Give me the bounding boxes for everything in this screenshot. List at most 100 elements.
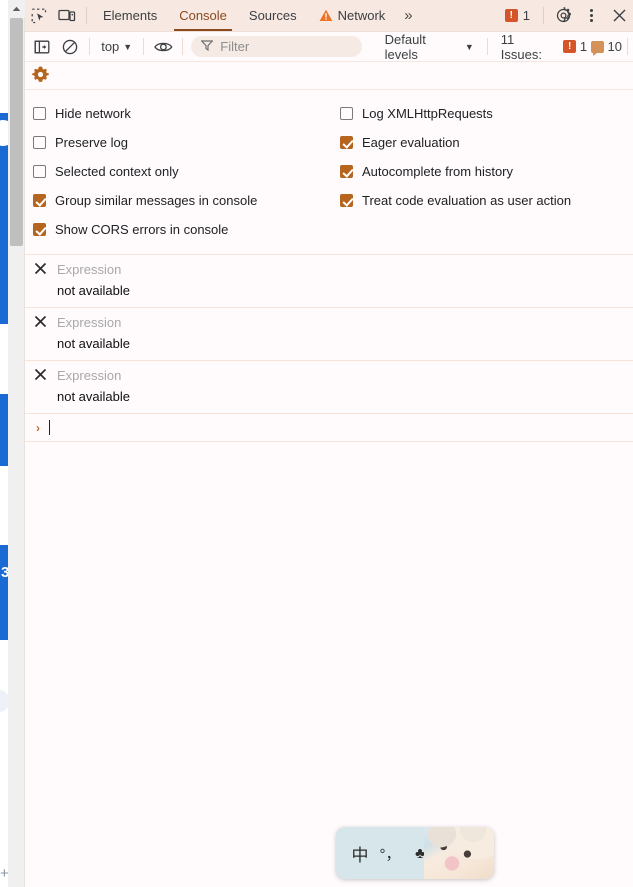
tab-elements[interactable]: Elements (92, 0, 168, 31)
checkbox-eager-evaluation[interactable] (340, 136, 353, 149)
setting-label: Treat code evaluation as user action (362, 193, 572, 208)
scroll-up-arrow-icon[interactable] (8, 0, 25, 17)
live-expression-row[interactable]: Expression not available (25, 361, 633, 414)
page-scrollbar-thumb[interactable] (10, 18, 23, 246)
setting-label: Preserve log (55, 135, 128, 150)
console-filter-toolbar: top ▼ Filter Default levels ▼ 11 Issues:… (25, 32, 633, 62)
checkbox-group-similar-messages[interactable] (33, 194, 46, 207)
tab-elements-label: Elements (103, 8, 158, 23)
console-settings-gear-icon[interactable] (32, 66, 49, 86)
issues-summary[interactable]: 11 Issues: ! 1 10 (493, 32, 622, 62)
issues-indicator-top[interactable]: ! 1 (497, 0, 538, 31)
setting-label: Group similar messages in console (55, 193, 258, 208)
error-badge-icon: ! (563, 40, 576, 53)
ime-floating-toolbar[interactable]: 中 °， ♣ (336, 827, 494, 879)
devtools-panel: Elements Console Sources Network » ! 1 t… (25, 0, 633, 887)
warning-triangle-icon (319, 9, 333, 22)
tab-console-label: Console (179, 8, 227, 23)
console-empty-area (25, 442, 633, 887)
setting-preserve-log[interactable]: Preserve log (33, 128, 335, 157)
live-expression-header: Expression (25, 315, 633, 330)
more-tabs-glyph: » (404, 7, 412, 24)
live-expression-row[interactable]: Expression not available (25, 308, 633, 361)
ime-punctuation-button[interactable]: °， (375, 843, 405, 864)
cat-photo-avatar[interactable] (424, 827, 494, 879)
execution-context-value: top (101, 39, 120, 54)
close-icon[interactable] (34, 262, 47, 277)
kebab-menu-icon[interactable] (577, 0, 605, 31)
console-sidebar-icon[interactable] (28, 32, 56, 62)
settings-right-column: Log XMLHttpRequests Eager evaluation Aut… (335, 99, 633, 244)
close-icon[interactable] (34, 368, 47, 383)
live-expression-placeholder: Expression (57, 262, 122, 277)
issues-info-count: 10 (607, 39, 623, 54)
tab-network[interactable]: Network (308, 0, 397, 31)
text-cursor (49, 420, 50, 435)
inspect-element-icon[interactable] (25, 0, 53, 31)
clear-console-icon[interactable] (56, 32, 84, 62)
filter-placeholder: Filter (220, 39, 250, 54)
setting-autocomplete-from-history[interactable]: Autocomplete from history (340, 157, 633, 186)
checkbox-preserve-log[interactable] (33, 136, 46, 149)
setting-label: Autocomplete from history (362, 164, 514, 179)
toolbar-divider (182, 38, 184, 55)
live-expression-value: not available (57, 336, 130, 351)
setting-log-xmlhttprequests[interactable]: Log XMLHttpRequests (340, 99, 633, 128)
live-expression-header: Expression (25, 262, 633, 277)
settings-gear-icon[interactable] (549, 0, 577, 31)
chevron-up-icon (12, 6, 21, 11)
issues-error-count: 1 (579, 39, 588, 54)
tabbar-divider (86, 7, 87, 24)
live-expression-eye-icon[interactable] (149, 32, 177, 62)
setting-label: Eager evaluation (362, 135, 460, 150)
filter-input[interactable]: Filter (191, 36, 362, 57)
info-badge-icon (591, 40, 604, 56)
checkbox-hide-network[interactable] (33, 107, 46, 120)
checkbox-autocomplete-from-history[interactable] (340, 165, 353, 178)
ime-language-mode-button[interactable]: 中 (345, 841, 375, 866)
live-expression-header: Expression (25, 368, 633, 383)
tabbar-spacer (420, 0, 497, 31)
toolbar-divider (143, 38, 145, 55)
setting-group-similar-messages[interactable]: Group similar messages in console (33, 186, 335, 215)
toolbar-divider (89, 38, 91, 55)
tab-network-label: Network (337, 8, 386, 23)
close-icon[interactable] (605, 0, 633, 31)
settings-left-column: Hide network Preserve log Selected conte… (25, 99, 335, 244)
console-settings-row (25, 62, 633, 90)
setting-eager-evaluation[interactable]: Eager evaluation (340, 128, 633, 157)
checkbox-log-xmlhttprequests[interactable] (340, 107, 353, 120)
issues-label: 11 Issues: (500, 31, 542, 62)
log-levels-selector[interactable]: Default levels ▼ (377, 32, 482, 62)
checkbox-show-cors-errors[interactable] (33, 223, 46, 236)
execution-context-selector[interactable]: top ▼ (95, 39, 138, 54)
toolbar-divider (486, 38, 488, 55)
error-badge-icon: ! (504, 9, 518, 22)
live-expression-value: not available (57, 389, 130, 404)
devtools-tabbar: Elements Console Sources Network » ! 1 (25, 0, 633, 32)
setting-treat-code-evaluation-as-user-action[interactable]: Treat code evaluation as user action (340, 186, 633, 215)
console-prompt[interactable]: › (25, 414, 633, 442)
setting-selected-context-only[interactable]: Selected context only (33, 157, 335, 186)
console-message-list: Expression not available Expression not … (25, 255, 633, 442)
setting-hide-network[interactable]: Hide network (33, 99, 335, 128)
device-toolbar-icon[interactable] (53, 0, 81, 31)
setting-label: Selected context only (55, 164, 179, 179)
more-tabs-chevron-icon[interactable]: » (396, 0, 419, 31)
tab-console[interactable]: Console (168, 0, 238, 31)
setting-label: Log XMLHttpRequests (362, 106, 493, 121)
tabbar-divider (543, 7, 544, 24)
toolbar-divider (627, 38, 628, 55)
tab-sources[interactable]: Sources (238, 0, 308, 31)
chevron-down-icon: ▼ (123, 41, 133, 52)
live-expression-value: not available (57, 283, 130, 298)
chevron-down-icon: ▼ (464, 41, 474, 52)
live-expression-row[interactable]: Expression not available (25, 255, 633, 308)
setting-show-cors-errors[interactable]: Show CORS errors in console (33, 215, 335, 244)
checkbox-selected-context-only[interactable] (33, 165, 46, 178)
close-icon[interactable] (34, 315, 47, 330)
filter-funnel-icon (200, 39, 214, 54)
log-levels-value: Default levels (384, 31, 426, 62)
setting-label: Show CORS errors in console (55, 222, 229, 237)
checkbox-treat-code-evaluation-as-user-action[interactable] (340, 194, 353, 207)
